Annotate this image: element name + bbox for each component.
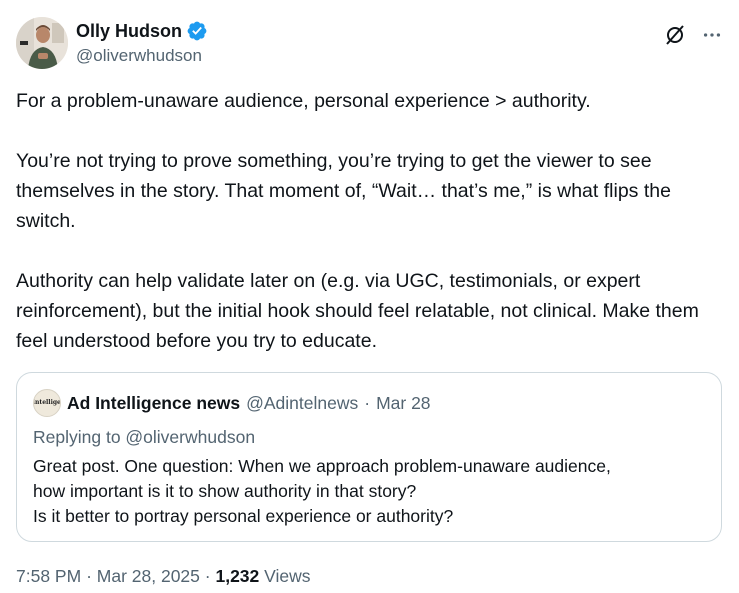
more-horizontal-icon[interactable] (701, 24, 723, 46)
quoted-line: Is it better to portray personal experie… (33, 506, 454, 526)
author-display-name[interactable]: Olly Hudson (76, 19, 182, 43)
tweet-date[interactable]: Mar 28, 2025 (97, 566, 200, 586)
quoted-display-name[interactable]: Ad Intelligence news (67, 393, 240, 414)
quoted-text: Great post. One question: When we approa… (33, 454, 703, 529)
quoted-separator: · (364, 392, 371, 413)
author-handle[interactable]: @oliverwhudson (76, 45, 202, 67)
views-label: Views (264, 566, 311, 586)
avatar-photo-icon (16, 17, 68, 69)
verified-badge-icon (186, 20, 208, 42)
tweet-meta: 7:58 PM · Mar 28, 2025 · 1,232 Views (16, 564, 311, 588)
tweet-paragraph: Authority can help validate later on (e.… (16, 270, 699, 352)
quoted-avatar[interactable]: Ad Intelligence (33, 389, 61, 417)
tweet-paragraph: For a problem-unaware audience, personal… (16, 90, 591, 112)
tweet-body: For a problem-unaware audience, personal… (16, 86, 721, 356)
quoted-tweet-card[interactable]: Ad Intelligence Ad Intelligence news @Ad… (16, 372, 722, 542)
tweet-header: Olly Hudson @oliverwhudson (16, 17, 723, 71)
views-count: 1,232 (215, 566, 260, 586)
meta-separator: · (204, 566, 211, 586)
tweet-time[interactable]: 7:58 PM (16, 566, 81, 586)
grok-icon[interactable] (663, 23, 687, 47)
replying-to: Replying to @oliverwhudson (33, 427, 256, 447)
quoted-handle[interactable]: @Adintelnews (246, 393, 358, 414)
quoted-line: Great post. One question: When we approa… (33, 456, 611, 476)
quoted-line: how important is it to show authority in… (33, 481, 417, 501)
tweet-paragraph: You’re not trying to prove something, yo… (16, 150, 671, 232)
meta-separator: · (86, 566, 92, 586)
quoted-date[interactable]: Mar 28 (376, 393, 430, 414)
author-avatar[interactable] (16, 17, 68, 69)
